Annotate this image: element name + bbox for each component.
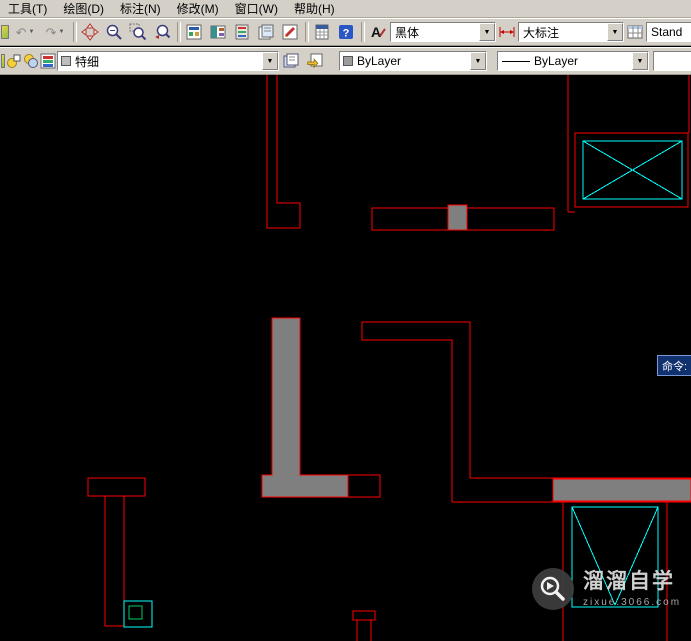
autocad-window: 工具(T) 绘图(D) 标注(N) 修改(M) 窗口(W) 帮助(H) ↶ ▼ … xyxy=(0,0,691,641)
table-style-icon[interactable] xyxy=(624,21,646,43)
menubar: 工具(T) 绘图(D) 标注(N) 修改(M) 窗口(W) 帮助(H) xyxy=(0,0,691,18)
wall-middle-gray[interactable] xyxy=(261,317,381,498)
combo-caret-icon[interactable]: ▼ xyxy=(479,23,495,41)
dim-style-icon[interactable] xyxy=(496,21,518,43)
dim-style-value: 大标注 xyxy=(523,25,560,40)
table-style-combobox[interactable]: Stand ▼ xyxy=(646,22,691,42)
menu-window[interactable]: 窗口(W) xyxy=(227,0,286,19)
layers-toolbar: 特细 ▼ ByLayer ▼ ByLayer ▼ xyxy=(0,47,691,75)
sheet-set-manager-icon[interactable] xyxy=(254,21,278,43)
menu-tools[interactable]: 工具(T) xyxy=(0,0,55,19)
column-bottom-left[interactable] xyxy=(87,477,146,627)
table-style-value: Stand xyxy=(651,25,683,39)
svg-text:?: ? xyxy=(343,28,350,40)
redo-button[interactable]: ↷ ▼ xyxy=(40,21,70,43)
linetype-combobox[interactable]: ByLayer ▼ xyxy=(497,51,649,71)
layer-states-icon[interactable] xyxy=(279,50,303,72)
layer-value: 特细 xyxy=(75,54,100,69)
undo-button[interactable]: ↶ ▼ xyxy=(10,21,40,43)
text-style-icon[interactable]: A xyxy=(366,21,390,43)
undo-icon: ↶ xyxy=(15,24,27,40)
watermark-subtitle: zixue.3066.com xyxy=(583,596,682,608)
color-value: ByLayer xyxy=(357,54,402,68)
command-tooltip-text: 命令: xyxy=(662,360,688,373)
combo-caret-icon[interactable]: ▼ xyxy=(607,23,623,41)
redo-caret-icon[interactable]: ▼ xyxy=(58,29,64,35)
menu-draw[interactable]: 绘图(D) xyxy=(55,0,112,19)
wall-top-middle[interactable] xyxy=(371,204,555,231)
standard-toolbar: ↶ ▼ ↷ ▼ ? A 黑体 ▼ 大标注 ▼ Stand xyxy=(0,18,691,46)
clipped-icon-art xyxy=(1,25,9,39)
combo-caret-icon[interactable]: ▼ xyxy=(470,52,486,70)
current-color-swatch xyxy=(343,56,353,66)
wall-gray-block[interactable] xyxy=(447,204,468,231)
text-style-combobox[interactable]: 黑体 ▼ xyxy=(390,22,496,42)
tool-palettes-icon[interactable] xyxy=(230,21,254,43)
menu-modify[interactable]: 修改(M) xyxy=(169,0,227,19)
window-top-right[interactable] xyxy=(567,75,690,213)
watermark-logo-icon xyxy=(532,568,574,610)
watermark-text: 溜溜自学 zixue.3066.com xyxy=(583,570,681,607)
markup-set-manager-icon[interactable] xyxy=(278,21,302,43)
menu-dimension[interactable]: 标注(N) xyxy=(112,0,169,19)
watermark-title: 溜溜自学 xyxy=(583,570,675,594)
combo-caret-icon[interactable]: ▼ xyxy=(632,52,648,70)
layer-previous-icon[interactable] xyxy=(303,50,327,72)
detail-bottom-middle[interactable] xyxy=(352,610,376,641)
wall-gray-segment[interactable] xyxy=(552,478,691,502)
help-icon[interactable]: ? xyxy=(334,21,358,43)
zoom-realtime-icon[interactable] xyxy=(102,21,126,43)
drawing-canvas[interactable]: 命令: 溜溜自学 zixue.3066.com xyxy=(0,75,691,641)
toolbar-separator xyxy=(358,22,366,42)
layer-update-icon[interactable] xyxy=(23,50,39,72)
layer-color-swatch xyxy=(61,56,71,66)
text-style-value: 黑体 xyxy=(395,25,420,40)
svg-text:A: A xyxy=(371,24,381,40)
layer-properties-manager-icon[interactable] xyxy=(40,50,56,72)
wall-top-left[interactable] xyxy=(266,75,301,229)
combo-caret-icon[interactable]: ▼ xyxy=(262,52,278,70)
zoom-previous-icon[interactable] xyxy=(150,21,174,43)
properties-icon[interactable] xyxy=(182,21,206,43)
clipped-icon-art xyxy=(1,54,5,68)
command-tooltip: 命令: xyxy=(657,355,691,376)
match-properties-icon[interactable] xyxy=(0,21,10,43)
menu-help[interactable]: 帮助(H) xyxy=(286,0,343,19)
toolbar-separator xyxy=(174,22,182,42)
dim-style-combobox[interactable]: 大标注 ▼ xyxy=(518,22,624,42)
linetype-preview xyxy=(502,60,530,62)
lineweight-combobox[interactable] xyxy=(653,51,691,71)
make-object-layer-current-icon[interactable] xyxy=(6,50,22,72)
redo-icon: ↷ xyxy=(45,24,57,40)
layer-combobox[interactable]: 特细 ▼ xyxy=(57,51,279,71)
pan-realtime-icon[interactable] xyxy=(78,21,102,43)
design-center-icon[interactable] xyxy=(206,21,230,43)
toolbar-separator xyxy=(70,22,78,42)
color-combobox[interactable]: ByLayer ▼ xyxy=(339,51,487,71)
zoom-window-icon[interactable] xyxy=(126,21,150,43)
linetype-value: ByLayer xyxy=(534,54,579,68)
undo-caret-icon[interactable]: ▼ xyxy=(28,29,34,35)
watermark: 溜溜自学 zixue.3066.com xyxy=(532,568,681,610)
quickcalc-icon[interactable] xyxy=(310,21,334,43)
wall-bottom-right[interactable] xyxy=(452,477,691,503)
door-bottom-left[interactable] xyxy=(123,600,153,628)
toolbar-separator xyxy=(302,22,310,42)
